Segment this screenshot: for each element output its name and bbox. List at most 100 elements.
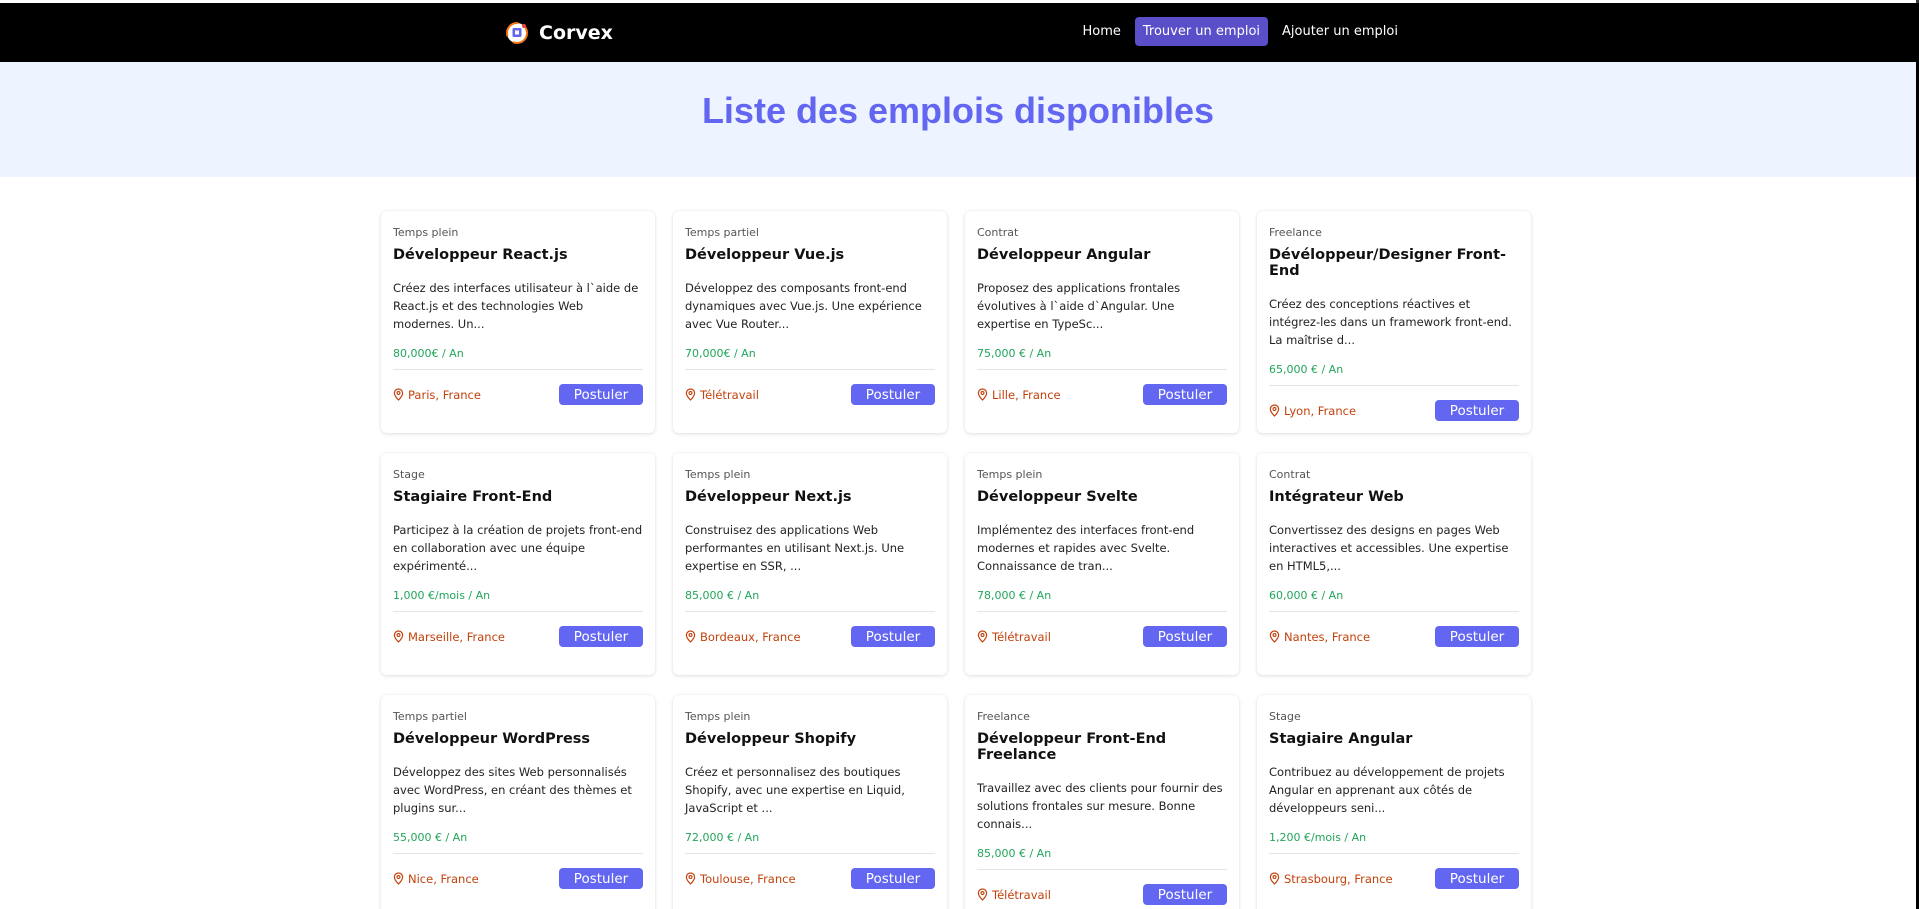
map-pin-icon [977, 388, 988, 401]
apply-button[interactable]: Postuler [851, 384, 935, 405]
job-description: Proposez des applications frontales évol… [977, 281, 1181, 331]
job-card: Temps plein Développeur React.js Créez d… [381, 211, 655, 433]
job-title[interactable]: Développeur Front-End Freelance [977, 731, 1227, 763]
card-footer: Nantes, France Postuler [1269, 626, 1519, 647]
map-pin-icon [685, 872, 696, 885]
job-salary: 55,000 € / An [393, 831, 468, 844]
card-divider [685, 853, 935, 854]
job-title[interactable]: Développeur Vue.js [685, 247, 935, 263]
apply-button[interactable]: Postuler [1143, 884, 1227, 905]
job-title[interactable]: Dévéloppeur/Designer Front-End [1269, 247, 1519, 279]
job-location-label: Strasbourg, France [1284, 871, 1393, 886]
job-salary: 65,000 € / An [1269, 363, 1344, 376]
job-salary: 1,200 €/mois / An [1269, 831, 1367, 844]
job-title[interactable]: Développeur Svelte [977, 489, 1227, 505]
card-divider [1269, 611, 1519, 612]
nav-find-job[interactable]: Trouver un emploi [1134, 17, 1269, 46]
apply-button[interactable]: Postuler [1143, 626, 1227, 647]
job-salary: 85,000 € / An [977, 847, 1052, 860]
card-divider [977, 369, 1227, 370]
job-title[interactable]: Développeur Shopify [685, 731, 935, 747]
card-divider [393, 611, 643, 612]
apply-button[interactable]: Postuler [851, 868, 935, 889]
job-card: Freelance Dévéloppeur/Designer Front-End… [1257, 211, 1531, 433]
job-location: Bordeaux, France [685, 630, 801, 644]
job-location-label: Télétravail [992, 887, 1051, 902]
job-grid: Temps plein Développeur React.js Créez d… [381, 211, 1533, 909]
apply-button[interactable]: Postuler [851, 626, 935, 647]
map-pin-icon [393, 388, 404, 401]
apply-button[interactable]: Postuler [1435, 868, 1519, 889]
job-salary: 60,000 € / An [1269, 589, 1344, 602]
nav-home[interactable]: Home [1074, 17, 1128, 46]
logo-icon [506, 22, 528, 44]
card-footer: Nice, France Postuler [393, 868, 643, 889]
map-pin-icon [1269, 630, 1280, 643]
job-title[interactable]: Stagiaire Front-End [393, 489, 643, 505]
job-location-label: Toulouse, France [700, 871, 796, 886]
apply-button[interactable]: Postuler [1435, 400, 1519, 421]
job-title[interactable]: Développeur WordPress [393, 731, 643, 747]
job-title[interactable]: Développeur Angular [977, 247, 1227, 263]
job-title[interactable]: Stagiaire Angular [1269, 731, 1519, 747]
job-salary: 85,000 € / An [685, 589, 760, 602]
job-location: Nantes, France [1269, 630, 1370, 644]
job-card: Temps plein Développeur Next.js Construi… [673, 453, 947, 675]
map-pin-icon [1269, 404, 1280, 417]
job-card: Stage Stagiaire Front-End Participez à l… [381, 453, 655, 675]
brand-name: Corvex [539, 22, 613, 44]
map-pin-icon [393, 630, 404, 643]
navbar: Corvex Home Trouver un emploi Ajouter un… [0, 3, 1916, 62]
job-type: Stage [393, 468, 425, 481]
job-location-label: Lyon, France [1284, 403, 1357, 418]
job-card: Temps partiel Développeur Vue.js Dévelop… [673, 211, 947, 433]
card-footer: Télétravail Postuler [977, 884, 1227, 905]
job-card: Freelance Développeur Front-End Freelanc… [965, 695, 1239, 909]
job-location-label: Nantes, France [1284, 629, 1371, 644]
brand[interactable]: Corvex [505, 18, 613, 48]
job-description: Créez des conceptions réactives et intég… [1269, 297, 1512, 347]
job-location-label: Marseille, France [408, 629, 505, 644]
job-salary: 70,000€ / An [685, 347, 756, 360]
job-location: Télétravail [685, 388, 759, 402]
job-salary: 72,000 € / An [685, 831, 760, 844]
map-pin-icon [977, 630, 988, 643]
job-card: Temps partiel Développeur WordPress Déve… [381, 695, 655, 909]
apply-button[interactable]: Postuler [559, 868, 643, 889]
job-card: Stage Stagiaire Angular Contribuez au dé… [1257, 695, 1531, 909]
job-title[interactable]: Développeur Next.js [685, 489, 935, 505]
card-footer: Toulouse, France Postuler [685, 868, 935, 889]
job-type: Contrat [977, 226, 1019, 239]
job-type: Stage [1269, 710, 1301, 723]
job-type: Temps partiel [393, 710, 467, 723]
map-pin-icon [977, 888, 988, 901]
job-description: Construisez des applications Web perform… [685, 523, 905, 573]
card-footer: Marseille, France Postuler [393, 626, 643, 647]
job-title[interactable]: Intégrateur Web [1269, 489, 1519, 505]
apply-button[interactable]: Postuler [559, 626, 643, 647]
apply-button[interactable]: Postuler [559, 384, 643, 405]
job-location: Lille, France [977, 388, 1061, 402]
job-description: Créez et personnalisez des boutiques Sho… [685, 765, 905, 815]
job-description: Travaillez avec des clients pour fournir… [977, 781, 1223, 831]
card-footer: Lille, France Postuler [977, 384, 1227, 405]
card-footer: Télétravail Postuler [977, 626, 1227, 647]
job-location: Télétravail [977, 630, 1051, 644]
apply-button[interactable]: Postuler [1435, 626, 1519, 647]
page-title: Liste des emplois disponibles [701, 90, 1215, 131]
card-footer: Lyon, France Postuler [1269, 400, 1519, 421]
job-location: Nice, France [393, 872, 479, 886]
job-location: Marseille, France [393, 630, 505, 644]
job-type: Temps plein [977, 468, 1043, 481]
job-type: Temps partiel [685, 226, 759, 239]
job-location-label: Paris, France [408, 387, 481, 402]
nav-add-job[interactable]: Ajouter un emploi [1274, 17, 1406, 46]
map-pin-icon [685, 388, 696, 401]
apply-button[interactable]: Postuler [1143, 384, 1227, 405]
card-divider [1269, 853, 1519, 854]
job-description: Créez des interfaces utilisateur à l`aid… [393, 281, 639, 331]
job-salary: 75,000 € / An [977, 347, 1052, 360]
job-location: Paris, France [393, 388, 481, 402]
job-title[interactable]: Développeur React.js [393, 247, 643, 263]
map-pin-icon [393, 872, 404, 885]
